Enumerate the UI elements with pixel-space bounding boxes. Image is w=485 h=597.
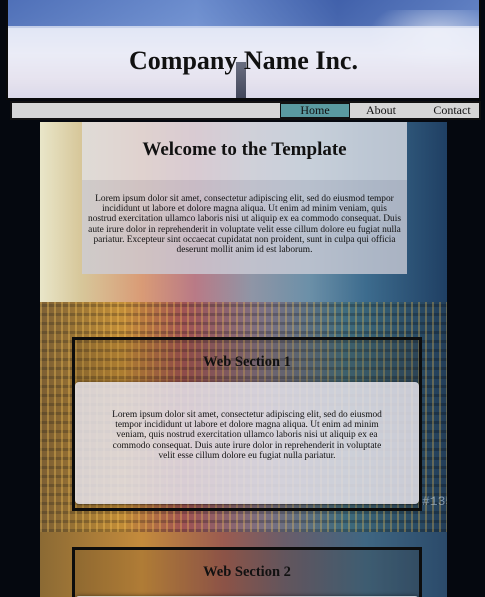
nav-item-about[interactable]: About [355,103,407,118]
main-content: #1358 Welcome to the Template Lorem ipsu… [40,122,447,597]
image-number-text: #1358 [422,494,447,509]
web-section-2: Web Section 2 [72,547,422,597]
web-section-1: Web Section 1 Lorem ipsum dolor sit amet… [72,337,422,511]
company-name-title: Company Name Inc. [129,46,358,75]
section-title: Web Section 2 [203,564,291,580]
nav-bar: Home About Contact [10,101,481,120]
welcome-header-box: Welcome to the Template [82,122,407,180]
nav-item-contact[interactable]: Contact [427,103,477,118]
intro-text-box: Lorem ipsum dolor sit amet, consectetur … [82,180,407,274]
section-title: Web Section 1 [203,354,291,370]
section-body-box: Lorem ipsum dolor sit amet, consectetur … [75,382,419,504]
section-paragraph: Lorem ipsum dolor sit amet, consectetur … [112,410,382,461]
welcome-heading: Welcome to the Template [142,139,347,160]
site-header: Company Name Inc. [6,0,481,100]
nav-item-home[interactable]: Home [280,103,350,118]
intro-paragraph: Lorem ipsum dolor sit amet, consectetur … [88,194,401,256]
